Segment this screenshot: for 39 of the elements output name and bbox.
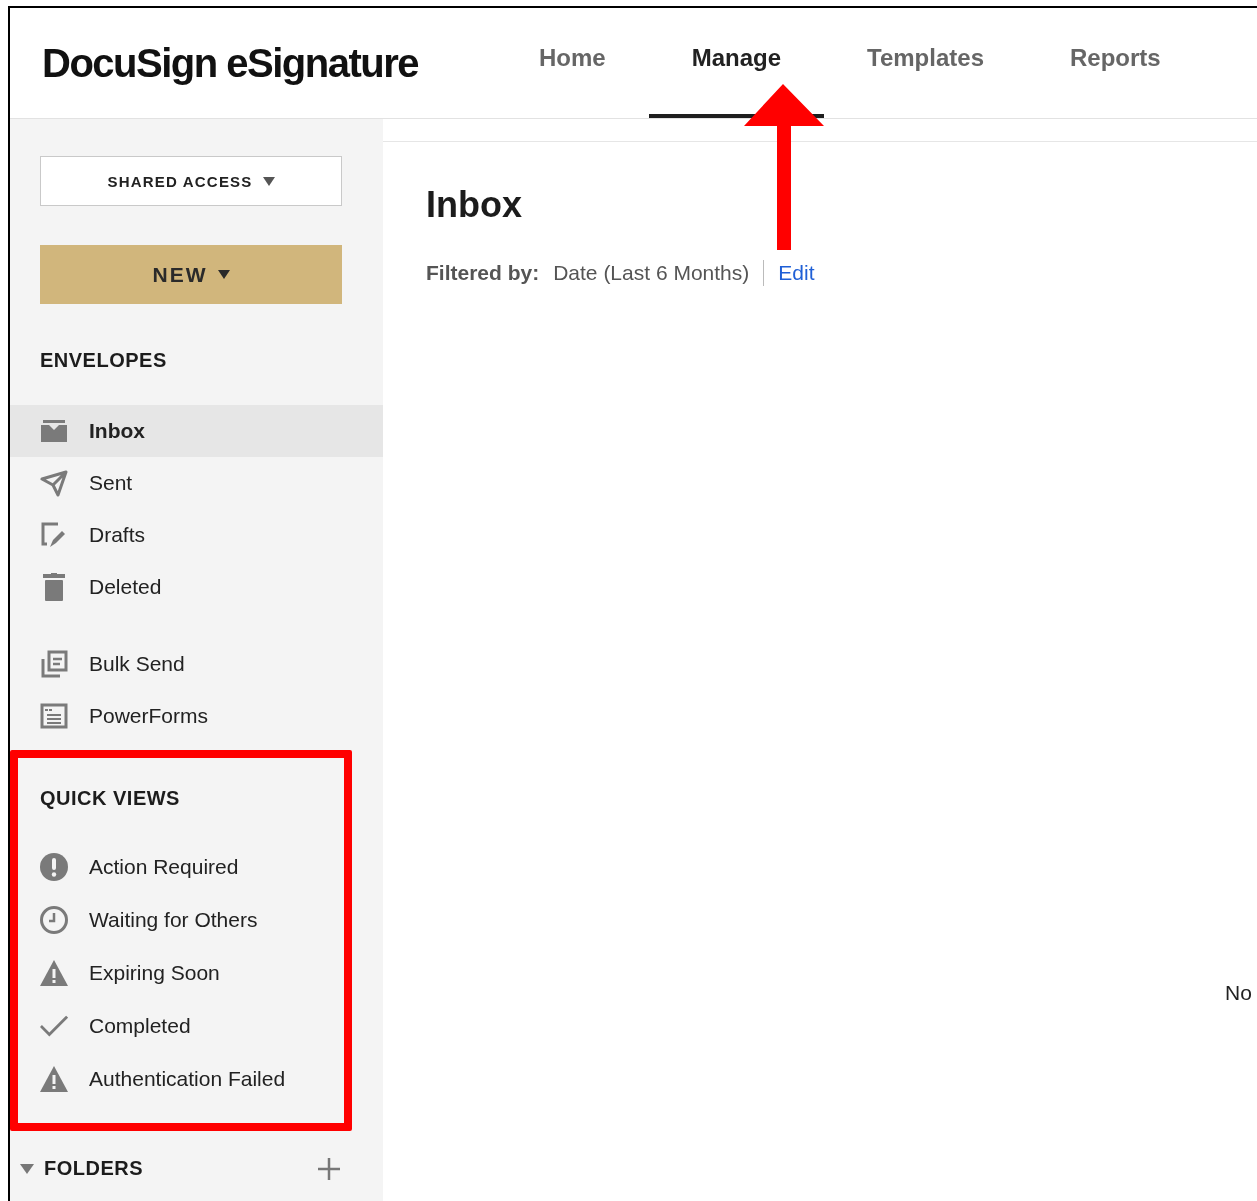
sidebar-item[interactable]: Authentication Failed xyxy=(18,1052,344,1105)
sidebar-item[interactable]: Completed xyxy=(18,999,344,1052)
sidebar-item[interactable]: Drafts xyxy=(10,509,383,561)
sidebar-item[interactable]: Bulk Send xyxy=(10,638,383,690)
stacked-documents-icon xyxy=(40,650,68,678)
edit-document-icon xyxy=(40,521,68,549)
sidebar-item[interactable]: Expiring Soon xyxy=(18,946,344,999)
nav-tab[interactable]: Reports xyxy=(1027,8,1204,118)
trash-icon xyxy=(40,573,68,601)
filter-value: Date (Last 6 Months) xyxy=(553,261,750,285)
section-heading: FOLDERS xyxy=(44,1157,145,1180)
filter-label: Filtered by: xyxy=(426,261,540,285)
section-heading: QUICK VIEWS xyxy=(40,787,181,810)
sidebar-item[interactable]: Sent xyxy=(10,457,383,509)
caret-icon xyxy=(217,270,230,279)
page-title: Inbox xyxy=(426,184,523,226)
sidebar-item[interactable]: Action Required xyxy=(18,840,344,893)
edit-link[interactable]: Edit xyxy=(778,261,815,285)
sidebar-item[interactable]: PowerForms xyxy=(10,690,383,742)
nav-tab[interactable]: Home xyxy=(496,8,649,118)
empty-message: No xyxy=(1225,981,1252,1005)
app-logo: DocuSign eSignature xyxy=(42,40,418,86)
new-button[interactable]: NEW xyxy=(40,245,342,304)
form-icon xyxy=(40,702,68,730)
paper-plane-icon xyxy=(40,469,68,497)
plus-icon[interactable] xyxy=(318,1157,340,1180)
caret-icon xyxy=(262,176,275,186)
warning-icon xyxy=(40,958,68,987)
clock-icon xyxy=(40,905,68,934)
shared-access-dropdown[interactable]: SHARED ACCESS xyxy=(40,156,342,206)
inbox-icon xyxy=(40,417,68,445)
nav-tab[interactable]: Templates xyxy=(824,8,1027,118)
sidebar-item[interactable]: Inbox xyxy=(10,405,383,457)
warning-icon xyxy=(40,1064,68,1093)
exclamation-circle-icon xyxy=(40,852,68,881)
sidebar-item[interactable]: Waiting for Others xyxy=(18,893,344,946)
caret-icon[interactable] xyxy=(20,1163,34,1174)
section-heading: ENVELOPES xyxy=(40,349,168,372)
sidebar-item[interactable]: Deleted xyxy=(10,561,383,613)
